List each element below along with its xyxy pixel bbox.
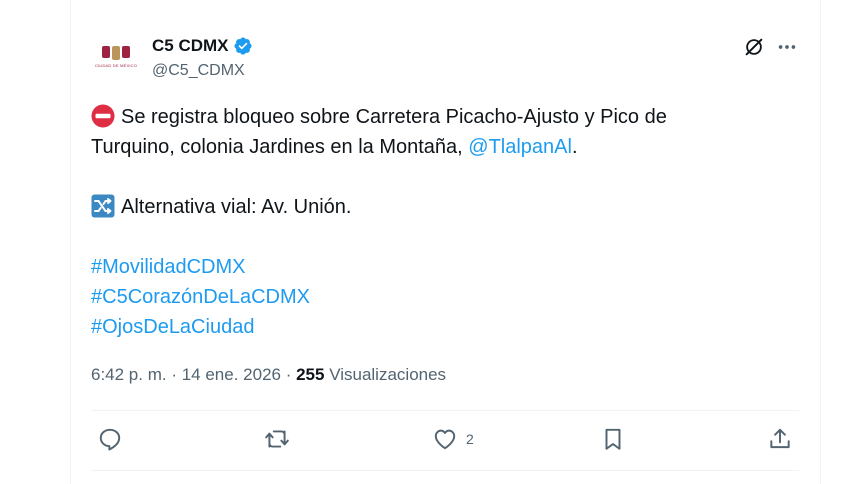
tweet-alternative-text: Alternativa vial: Av. Unión. xyxy=(121,196,352,218)
no-entry-emoji-icon xyxy=(91,104,115,128)
bookmark-icon xyxy=(605,428,621,450)
tweet-text: Se registra bloqueo sobre Carretera Pica… xyxy=(91,102,791,342)
tweet-line-2-end: . xyxy=(571,136,578,158)
author-handle[interactable]: @C5_CDMX xyxy=(152,62,245,80)
grok-icon[interactable] xyxy=(743,36,765,58)
hashtag-link[interactable]: #MovilidadCDMX xyxy=(91,256,246,278)
views-label: Visualizaciones xyxy=(324,365,447,384)
bookmark-button[interactable] xyxy=(600,426,626,452)
verified-badge-icon xyxy=(233,37,252,55)
more-options-icon[interactable] xyxy=(776,36,798,58)
heart-icon xyxy=(434,429,456,450)
repost-icon xyxy=(265,430,289,448)
tweet-line-2-text: Turquino, colonia Jardines en la Montaña… xyxy=(91,136,469,158)
divider xyxy=(91,410,799,411)
tweet-line-1: Se registra bloqueo sobre Carretera Pica… xyxy=(91,102,791,132)
tweet-card: CIUDAD DE MÉXICO C5 CDMX @C5_CDMX Se reg… xyxy=(70,0,821,484)
tweet-meta: 6:42 p. m. · 14 ene. 2026 · 255 Visualiz… xyxy=(91,365,446,385)
like-count: 2 xyxy=(466,431,474,447)
divider xyxy=(91,470,799,471)
avatar-logo-text: CIUDAD DE MÉXICO xyxy=(94,63,138,68)
share-button[interactable] xyxy=(767,426,793,452)
repost-button[interactable] xyxy=(264,426,290,452)
avatar[interactable]: CIUDAD DE MÉXICO xyxy=(91,32,141,82)
author-name[interactable]: C5 CDMX xyxy=(152,36,229,56)
cdmx-logo-icon xyxy=(102,46,130,60)
tweet-date[interactable]: 14 ene. 2026 xyxy=(182,365,281,384)
mention-link[interactable]: @TlalpanAl xyxy=(468,136,572,158)
share-icon xyxy=(770,428,790,449)
tweet-line-2: Turquino, colonia Jardines en la Montaña… xyxy=(91,132,791,162)
tweet-alternative-line: Alternativa vial: Av. Unión. xyxy=(91,192,791,222)
views-count: 255 xyxy=(296,365,325,384)
like-button[interactable]: 2 xyxy=(432,426,474,452)
tweet-line-1-text: Se registra bloqueo sobre Carretera Pica… xyxy=(121,106,667,128)
hashtag-link[interactable]: #C5CorazónDeLaCDMX xyxy=(91,286,310,308)
reply-button[interactable] xyxy=(97,426,123,452)
meta-separator: · xyxy=(280,365,297,384)
hashtag-link[interactable]: #OjosDeLaCiudad xyxy=(91,316,254,338)
tweet-time[interactable]: 6:42 p. m. xyxy=(91,365,167,384)
action-bar: 2 xyxy=(91,422,799,458)
meta-separator: · xyxy=(166,365,182,384)
shuffle-emoji-icon xyxy=(91,194,115,218)
author-name-row: C5 CDMX xyxy=(152,36,253,56)
reply-icon xyxy=(99,428,121,451)
